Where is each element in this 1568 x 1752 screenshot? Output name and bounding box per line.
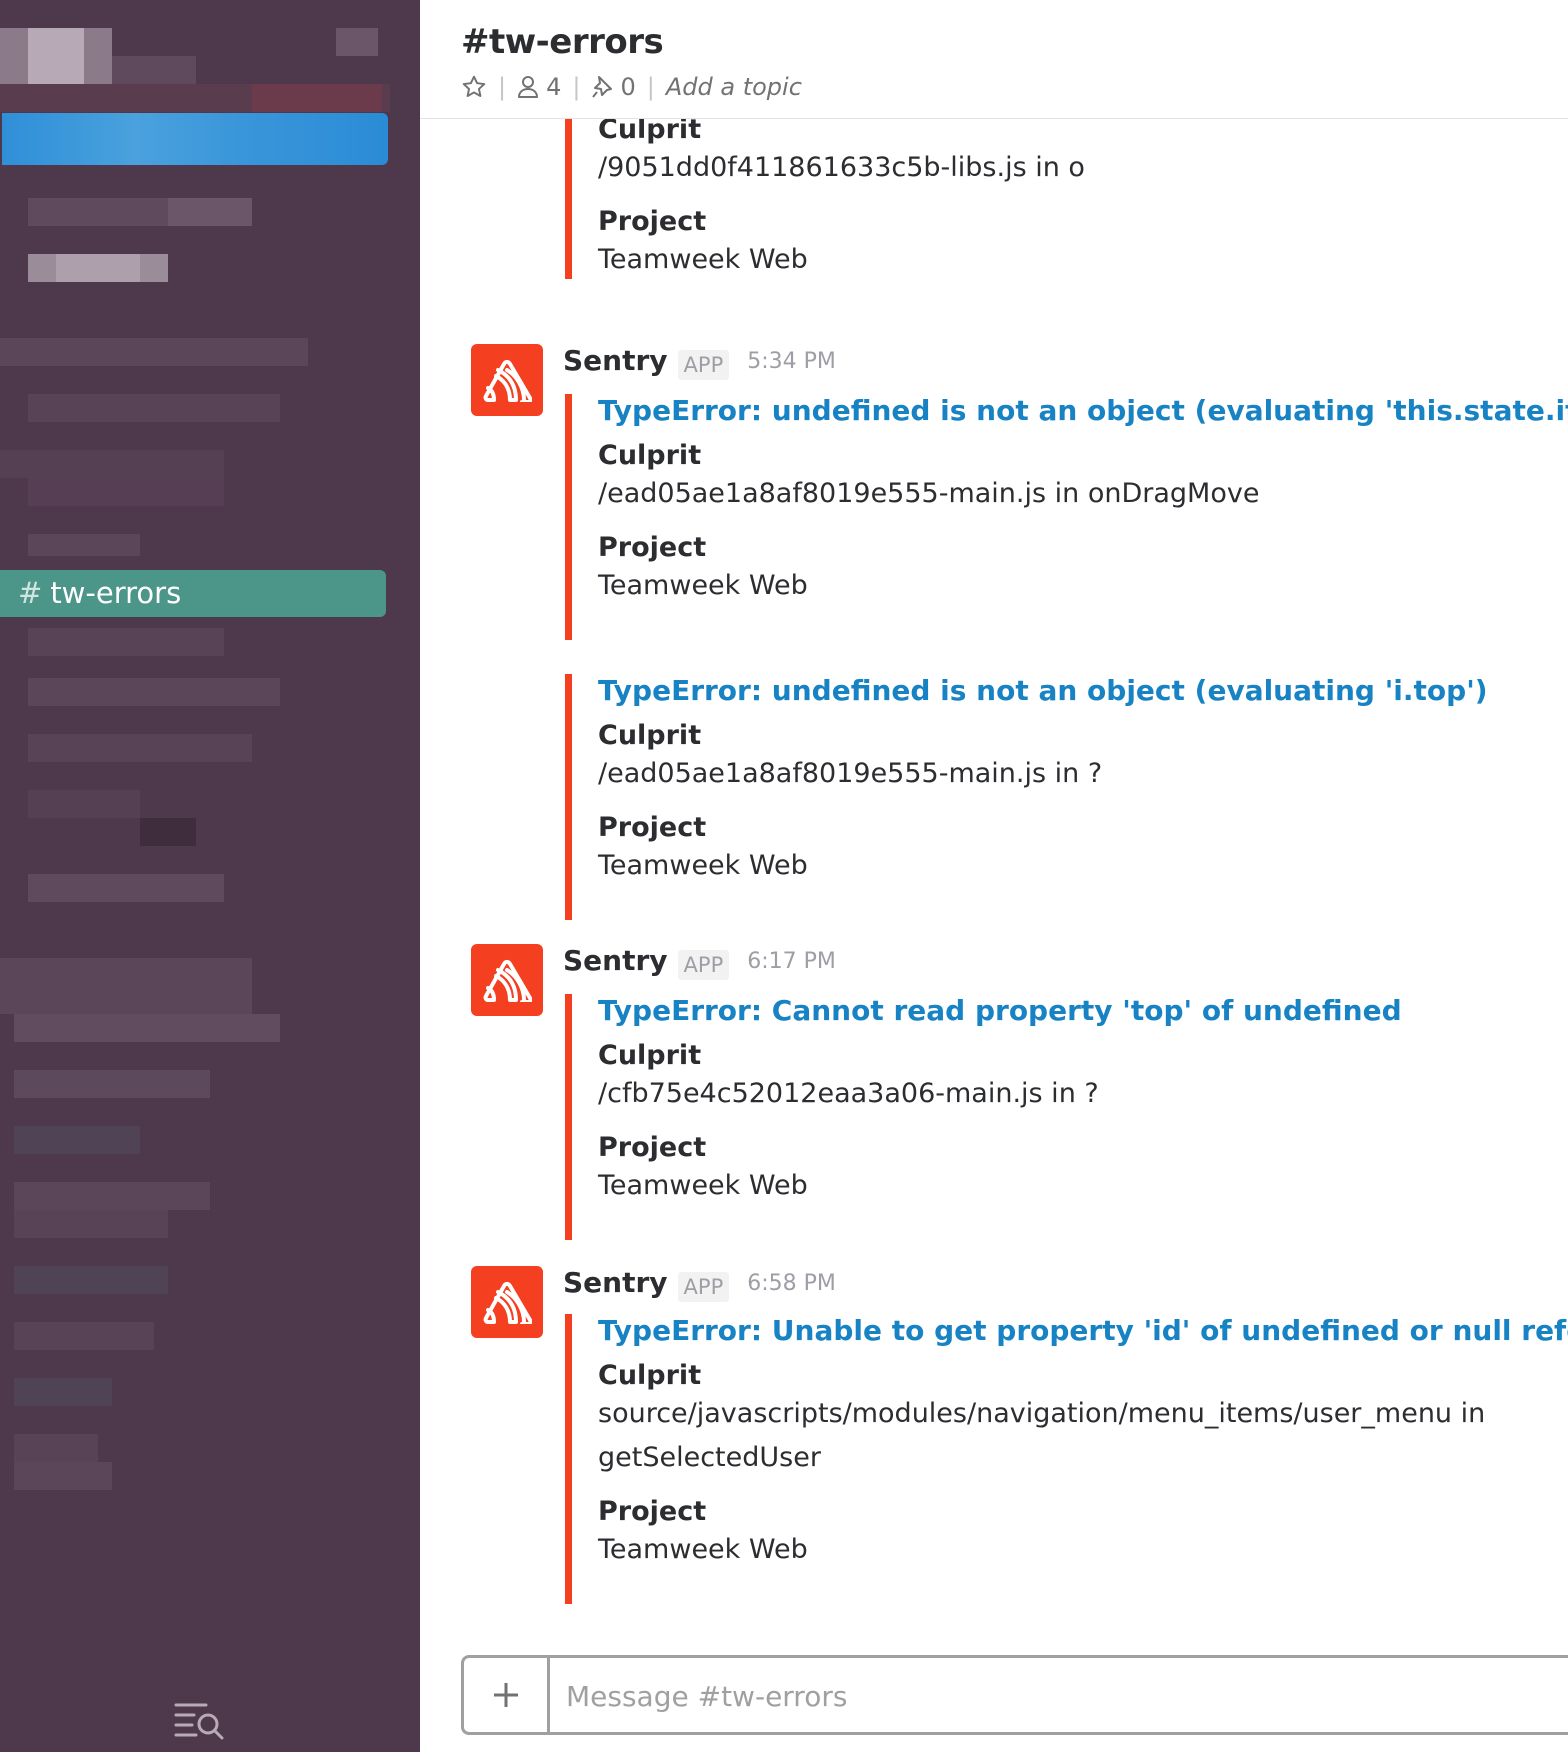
sidebar-blurred-block bbox=[14, 1462, 112, 1490]
message-composer bbox=[461, 1655, 1568, 1735]
message-attachment: TypeError: Cannot read property 'top' of… bbox=[565, 994, 1555, 1240]
meta-separator: | bbox=[572, 73, 581, 101]
sidebar-blurred-block bbox=[336, 28, 378, 56]
channel-header: #tw-errors | 4 | 0 | Add a topic bbox=[420, 0, 1568, 119]
sidebar-blurred-block bbox=[14, 1210, 168, 1238]
sidebar-selected-item-blurred[interactable] bbox=[2, 113, 388, 165]
field-value-project: Teamweek Web bbox=[598, 850, 808, 881]
field-value-project: Teamweek Web bbox=[598, 570, 808, 601]
message-attachment: Culprit /9051dd0f411861633c5b-libs.js in… bbox=[565, 118, 1555, 279]
sentry-avatar[interactable] bbox=[471, 944, 543, 1016]
pinned-count[interactable]: 0 bbox=[620, 73, 635, 101]
sidebar-blurred-block bbox=[112, 56, 196, 84]
message-attachment: TypeError: undefined is not an object (e… bbox=[565, 394, 1568, 640]
field-label-culprit: Culprit bbox=[598, 720, 702, 751]
main-panel: #tw-errors | 4 | 0 | Add a topic Culprit… bbox=[420, 0, 1568, 1752]
search-list-icon[interactable] bbox=[174, 1700, 226, 1740]
sidebar-blurred-block bbox=[28, 678, 280, 706]
error-title-link[interactable]: TypeError: undefined is not an object (e… bbox=[598, 394, 1568, 428]
field-label-project: Project bbox=[598, 206, 707, 237]
sidebar-blurred-block bbox=[14, 1322, 154, 1350]
field-label-culprit: Culprit bbox=[598, 118, 702, 145]
add-topic-link[interactable]: Add a topic bbox=[666, 73, 802, 101]
meta-separator: | bbox=[646, 73, 655, 101]
sidebar-item-tw-errors[interactable]: # tw-errors bbox=[0, 570, 386, 617]
sidebar-blurred-block bbox=[28, 28, 84, 84]
field-value-project: Teamweek Web bbox=[598, 1534, 808, 1565]
sidebar-blurred-block bbox=[28, 478, 224, 506]
pin-icon[interactable] bbox=[591, 75, 613, 99]
field-value-culprit: source/javascripts/modules/navigation/me… bbox=[598, 1398, 1486, 1429]
error-title-link[interactable]: TypeError: Unable to get property 'id' o… bbox=[598, 1314, 1568, 1348]
sidebar-blurred-block bbox=[14, 1126, 140, 1154]
field-label-project: Project bbox=[598, 812, 707, 843]
field-value-culprit: /9051dd0f411861633c5b-libs.js in o bbox=[598, 152, 1085, 183]
sidebar-blurred-block bbox=[28, 394, 280, 422]
sidebar-blurred-block bbox=[0, 450, 224, 478]
sidebar-blurred-block bbox=[14, 1378, 112, 1406]
sidebar-blurred-block bbox=[28, 734, 252, 762]
error-title-link[interactable]: TypeError: Cannot read property 'top' of… bbox=[598, 994, 1555, 1028]
field-value-culprit-cont: getSelectedUser bbox=[598, 1442, 821, 1473]
field-label-project: Project bbox=[598, 1132, 707, 1163]
member-count[interactable]: 4 bbox=[546, 73, 561, 101]
field-value-project: Teamweek Web bbox=[598, 1170, 808, 1201]
sidebar-blurred-block bbox=[0, 958, 252, 1014]
sidebar-blurred-block bbox=[56, 254, 140, 282]
field-value-culprit: /ead05ae1a8af8019e555-main.js in ? bbox=[598, 758, 1103, 789]
field-label-culprit: Culprit bbox=[598, 440, 702, 471]
sentry-logo-icon bbox=[483, 1281, 532, 1324]
sidebar-blurred-block bbox=[28, 534, 140, 556]
message-attachment: TypeError: Unable to get property 'id' o… bbox=[565, 1314, 1568, 1604]
field-label-project: Project bbox=[598, 532, 707, 563]
sidebar-blurred-block bbox=[14, 1266, 168, 1294]
sidebar-blurred-block bbox=[0, 338, 308, 366]
message-sender[interactable]: Sentry bbox=[563, 344, 668, 377]
sidebar-blurred-block bbox=[28, 628, 224, 656]
message-sender[interactable]: Sentry bbox=[563, 944, 668, 977]
message-timestamp[interactable]: 6:58 PM bbox=[747, 1271, 836, 1296]
message-timestamp[interactable]: 5:34 PM bbox=[747, 349, 836, 374]
field-label-culprit: Culprit bbox=[598, 1360, 702, 1391]
error-title-link[interactable]: TypeError: undefined is not an object (e… bbox=[598, 674, 1555, 708]
sidebar-blurred-block bbox=[168, 198, 252, 226]
sidebar-blurred-block bbox=[14, 1434, 98, 1462]
message-input[interactable] bbox=[564, 1658, 1558, 1734]
member-icon[interactable] bbox=[517, 75, 539, 99]
star-icon[interactable] bbox=[461, 74, 487, 100]
app-badge: APP bbox=[677, 350, 730, 380]
channel-meta: | 4 | 0 | Add a topic bbox=[461, 70, 802, 104]
field-value-culprit: /ead05ae1a8af8019e555-main.js in onDragM… bbox=[598, 478, 1260, 509]
sidebar-blurred-block bbox=[28, 790, 140, 818]
sentry-avatar[interactable] bbox=[471, 344, 543, 416]
plus-icon bbox=[493, 1683, 518, 1707]
sentry-logo-icon bbox=[483, 959, 532, 1002]
message-list: Culprit /9051dd0f411861633c5b-libs.js in… bbox=[420, 118, 1568, 1648]
sidebar-blurred-block bbox=[14, 1014, 280, 1042]
field-value-project: Teamweek Web bbox=[598, 244, 808, 275]
sidebar-blurred-block bbox=[14, 1182, 210, 1210]
sidebar-blurred-block bbox=[252, 84, 382, 112]
meta-separator: | bbox=[498, 73, 507, 101]
sidebar-blurred-block bbox=[28, 874, 224, 902]
sidebar-blurred-block bbox=[14, 1070, 210, 1098]
sentry-logo-icon bbox=[483, 359, 532, 402]
field-value-culprit: /cfb75e4c52012eaa3a06-main.js in ? bbox=[598, 1078, 1099, 1109]
message-attachment: TypeError: undefined is not an object (e… bbox=[565, 674, 1555, 920]
app-badge: APP bbox=[677, 1272, 730, 1302]
channel-title[interactable]: #tw-errors bbox=[461, 22, 664, 62]
message-sender[interactable]: Sentry bbox=[563, 1266, 668, 1299]
message-timestamp[interactable]: 6:17 PM bbox=[747, 949, 836, 974]
sentry-avatar[interactable] bbox=[471, 1266, 543, 1338]
channel-hash-icon: # bbox=[18, 576, 43, 610]
attach-file-button[interactable] bbox=[464, 1658, 550, 1732]
field-label-project: Project bbox=[598, 1496, 707, 1527]
field-label-culprit: Culprit bbox=[598, 1040, 702, 1071]
sidebar-item-label: tw-errors bbox=[50, 576, 182, 610]
sidebar-blurred-block bbox=[140, 818, 196, 846]
app-badge: APP bbox=[677, 950, 730, 980]
sidebar: # tw-errors bbox=[0, 0, 420, 1752]
